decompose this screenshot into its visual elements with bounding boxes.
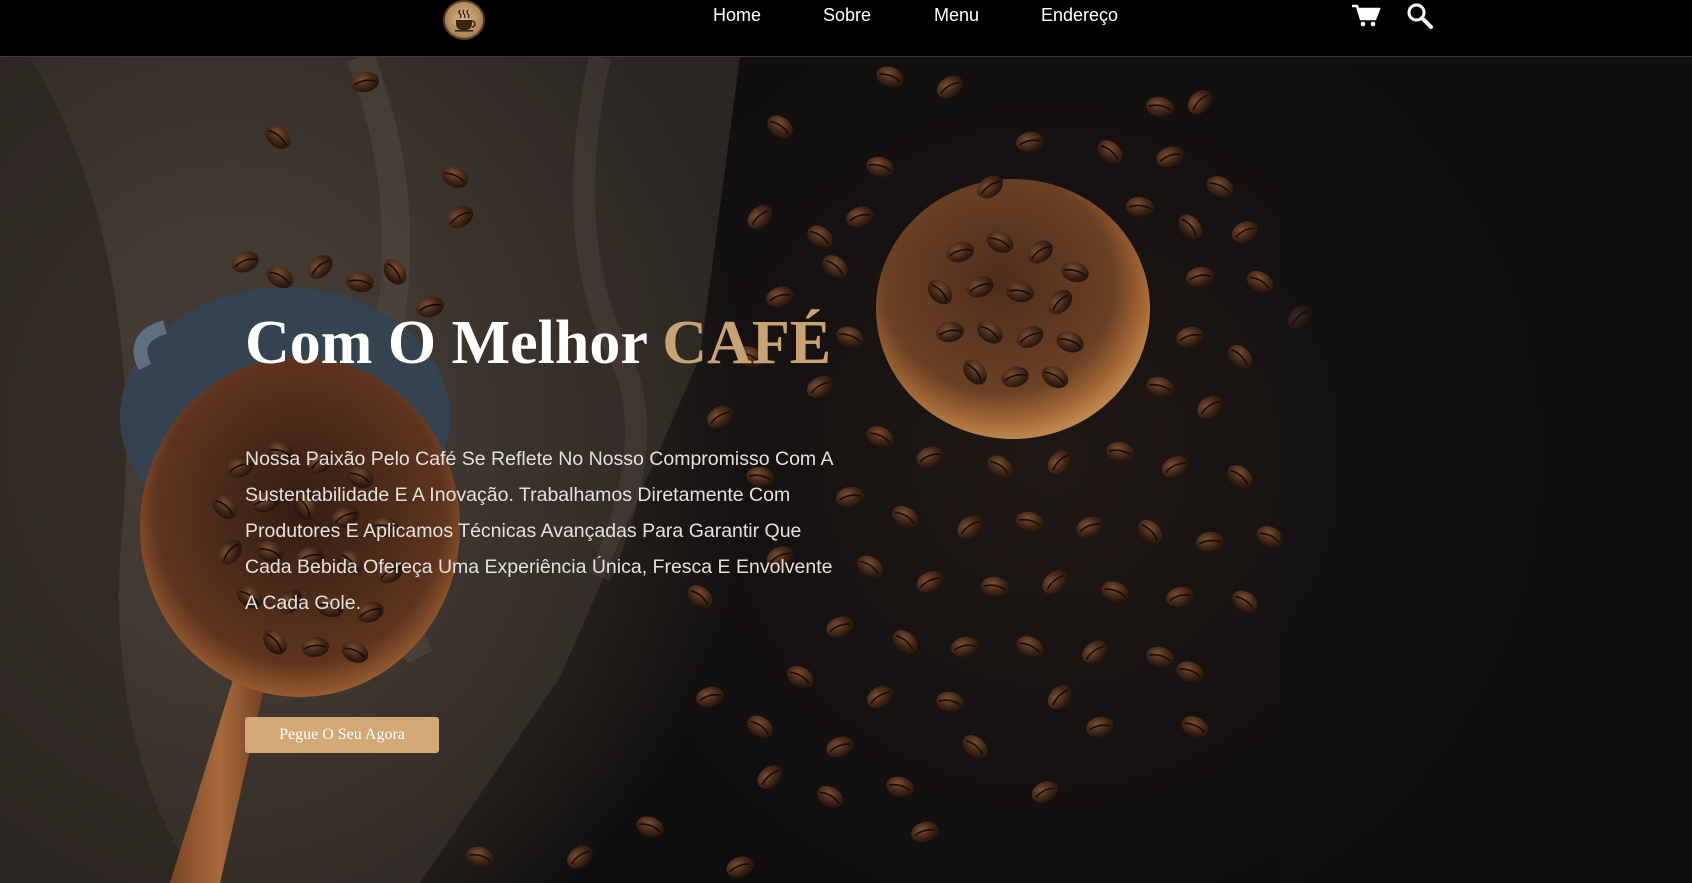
main-nav: Home Sobre Menu Endereço [0,0,1692,32]
nav-sobre[interactable]: Sobre [823,5,871,26]
hero-title-accent: CAFÉ [662,309,832,377]
hero-title: Com O Melhor CAFÉ [245,305,845,381]
hero-section: Com O Melhor CAFÉ Nossa Paixão Pelo Café… [0,57,1692,883]
nav-menu[interactable]: Menu [934,5,979,26]
cart-icon[interactable] [1350,2,1382,30]
search-icon[interactable] [1404,2,1436,30]
nav-endereco[interactable]: Endereço [1041,5,1118,26]
hero-content: Com O Melhor CAFÉ Nossa Paixão Pelo Café… [245,305,845,753]
site-header: Home Sobre Menu Endereço [0,0,1692,57]
buy-now-button[interactable]: Pegue O Seu Agora [245,717,439,753]
hero-title-prefix: Com O Melhor [245,309,647,377]
nav-home[interactable]: Home [713,5,761,26]
hero-description: Nossa Paixão Pelo Café Se Reflete No Nos… [245,448,833,614]
